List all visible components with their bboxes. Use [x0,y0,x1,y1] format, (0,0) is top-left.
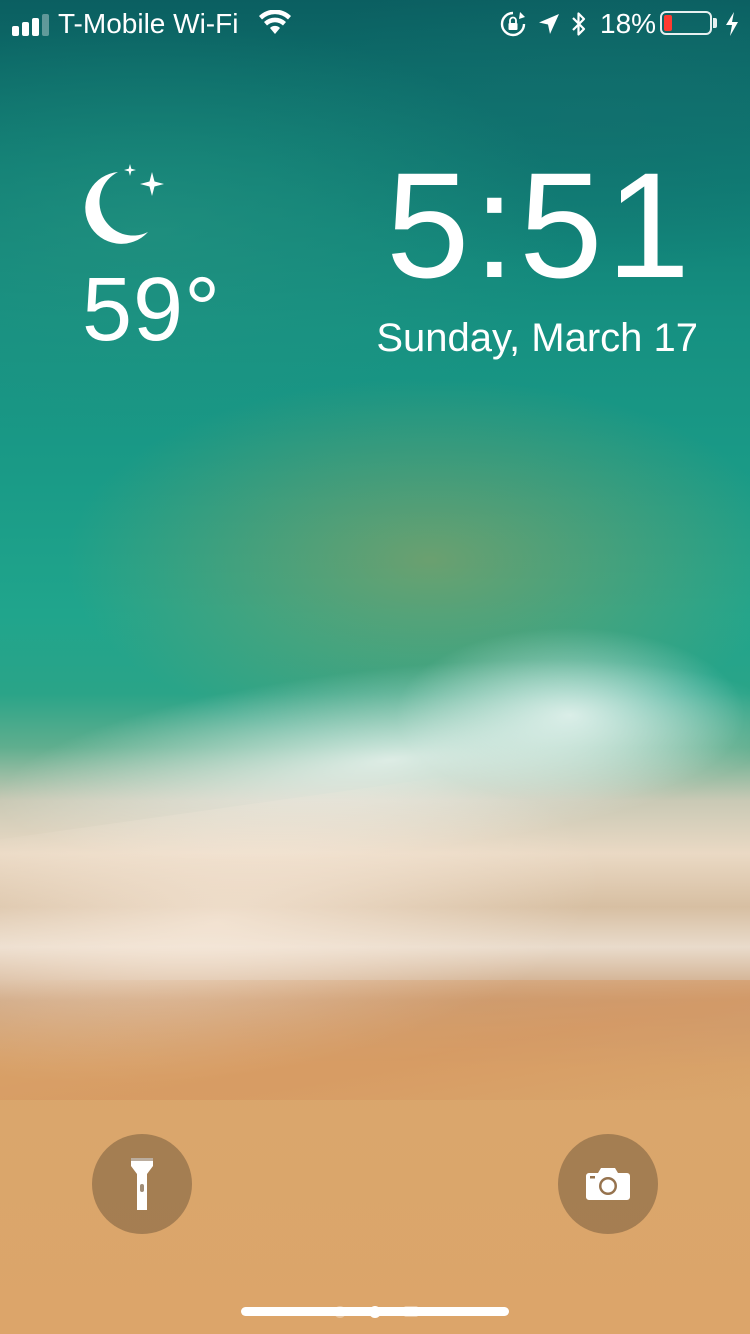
carrier-name: T-Mobile Wi-Fi [58,8,239,39]
signal-icon [12,14,52,36]
camera-icon [586,1168,630,1200]
home-indicator[interactable] [241,1307,509,1316]
camera-button[interactable] [558,1134,658,1234]
lock-screen-date: Sunday, March 17 [376,316,698,360]
moon-stars-icon [85,164,164,244]
temperature: 59° [82,260,222,360]
status-bar: T-Mobile Wi-Fi 18% [0,0,750,48]
wallpaper-foam [380,620,750,810]
battery-percentage: 18% [600,8,657,39]
lock-screen: T-Mobile Wi-Fi 18% 59° 5:51 Sunday, Marc… [0,0,750,1334]
location-arrow-icon [539,14,559,34]
wifi-icon [259,10,291,34]
flashlight-button[interactable] [92,1134,192,1234]
flashlight-icon [131,1158,153,1210]
wallpaper-foam [0,615,750,905]
battery-level-fill [664,15,672,31]
wallpaper-foam [0,752,657,1128]
bluetooth-icon [572,12,586,36]
charging-bolt-icon [726,12,738,36]
rotation-lock-icon [500,11,526,37]
battery-icon [660,11,712,35]
battery-cap [713,18,717,28]
wallpaper-sand [0,980,750,1100]
lock-screen-time: 5:51 [386,141,694,309]
